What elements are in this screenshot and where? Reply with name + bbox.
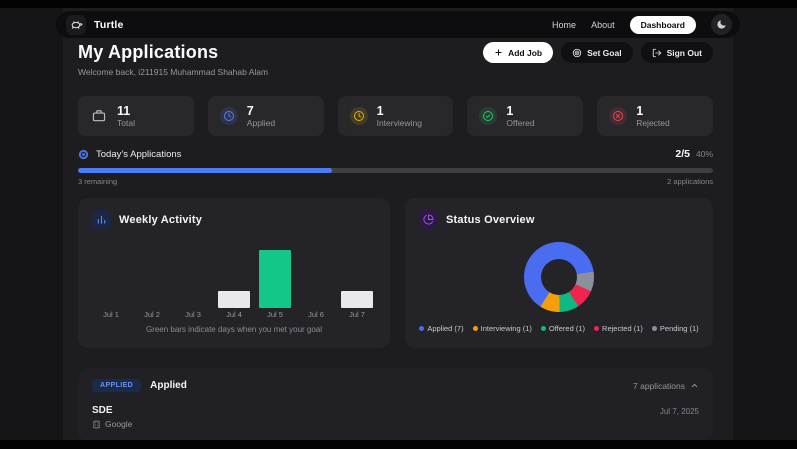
- welcome-text: Welcome back, i211915 Muhammad Shahab Al…: [78, 67, 269, 77]
- clock-icon: [219, 107, 238, 125]
- stat-card-rejected: 1 Rejected: [597, 96, 713, 136]
- group-title: Applied: [150, 380, 187, 391]
- weekly-activity-title: Weekly Activity: [119, 213, 203, 226]
- progress-bar-fill: [78, 168, 332, 173]
- stats-row: 11 Total 7 Applied 1 Interviewing 1 Offe…: [78, 96, 713, 136]
- x-tick-label: Jul 2: [144, 310, 160, 319]
- stat-card-offered: 1 Offered: [467, 96, 584, 136]
- bar-chart-icon: [92, 210, 111, 229]
- legend-item: Applied (7): [419, 324, 464, 333]
- pie-chart-icon: [419, 210, 438, 229]
- weekly-bar-column: [94, 244, 128, 308]
- today-ratio: 2/5: [675, 148, 690, 160]
- chevron-up-icon: [690, 381, 699, 390]
- x-circle-icon: [609, 107, 628, 125]
- bottom-letterbox: [0, 440, 797, 449]
- applications-today-label: 2 applications: [667, 177, 713, 186]
- weekly-bar-column: [258, 244, 292, 308]
- clock-icon: [349, 107, 368, 125]
- today-label: Today’s Applications: [96, 148, 182, 160]
- building-icon: [92, 420, 101, 429]
- plus-icon: [494, 48, 503, 57]
- x-tick-label: Jul 6: [308, 310, 324, 319]
- legend-dot: [594, 326, 600, 331]
- application-list-item[interactable]: SDE Google Jul 7, 2025: [92, 405, 699, 429]
- sign-out-button[interactable]: Sign Out: [640, 42, 713, 63]
- brand-name: Turtle: [94, 18, 124, 31]
- weekly-bar-column: [340, 244, 374, 308]
- stat-card-interviewing: 1 Interviewing: [337, 96, 454, 136]
- x-tick-label: Jul 1: [103, 310, 119, 319]
- x-tick-label: Jul 7: [349, 310, 365, 319]
- group-collapse-toggle[interactable]: 7 applications: [633, 381, 699, 391]
- progress-bar: [78, 168, 713, 173]
- weekly-x-axis: Jul 1 Jul 2 Jul 3 Jul 4 Jul 5 Jul 6 Jul 7: [94, 310, 374, 319]
- check-circle-icon: [479, 107, 498, 125]
- sign-out-icon: [652, 48, 662, 58]
- x-tick-label: Jul 4: [226, 310, 242, 319]
- stat-card-applied: 7 Applied: [207, 96, 324, 136]
- weekly-bar: [218, 291, 250, 308]
- target-dot-icon: [78, 149, 89, 160]
- weekly-bars: [94, 244, 374, 308]
- weekly-bar-column: [135, 244, 169, 308]
- legend-dot: [472, 326, 478, 331]
- applications-count: 7 applications: [633, 380, 685, 391]
- application-date: Jul 7, 2025: [659, 407, 699, 416]
- stat-card-total: 11 Total: [78, 96, 194, 136]
- set-goal-button[interactable]: Set Goal: [561, 42, 633, 63]
- legend-item: Pending (1): [651, 324, 699, 333]
- weekly-bar: [259, 250, 291, 308]
- briefcase-icon: [90, 107, 108, 125]
- status-overview-card: Status Overview Applied (7) Interviewing …: [405, 198, 713, 348]
- x-tick-label: Jul 3: [185, 310, 201, 319]
- page-title: My Applications: [78, 42, 219, 62]
- dashboard-page: My Applications Welcome back, i211915 Mu…: [63, 8, 733, 440]
- weekly-bar-column: [176, 244, 210, 308]
- add-job-button[interactable]: Add Job: [483, 42, 554, 63]
- weekly-note: Green bars indicate days when you met yo…: [145, 325, 323, 334]
- top-letterbox: [0, 0, 797, 8]
- app-viewport: Turtle Home About Dashboard My Applicati…: [0, 0, 797, 449]
- weekly-bar: [341, 291, 373, 308]
- theme-toggle-button[interactable]: [711, 14, 732, 35]
- page-header: My Applications Welcome back, i211915 Mu…: [78, 42, 713, 77]
- legend-item: Offered (1): [540, 324, 585, 333]
- status-badge: APPLIED: [92, 379, 142, 392]
- todays-applications-progress: Today’s Applications 2/5 40% 3 remaining…: [78, 148, 713, 186]
- legend-item: Interviewing (1): [472, 324, 532, 333]
- company-name: Google: [105, 419, 133, 429]
- nav-link-home[interactable]: Home: [552, 20, 576, 30]
- remaining-label: 3 remaining: [78, 177, 118, 186]
- status-donut-chart: [524, 242, 594, 312]
- moon-icon: [716, 19, 727, 30]
- x-tick-label: Jul 5: [267, 310, 283, 319]
- legend-item: Rejected (1): [594, 324, 643, 333]
- brand[interactable]: Turtle: [66, 14, 124, 35]
- weekly-activity-card: Weekly Activity Jul 1 Jul 2 Jul 3 Jul 4 Jul …: [78, 198, 390, 348]
- turtle-logo-icon: [66, 14, 86, 35]
- nav-link-about[interactable]: About: [591, 20, 615, 30]
- applications-group: APPLIED Applied 7 applications SDE Googl…: [78, 368, 713, 440]
- legend-dot: [540, 326, 546, 331]
- legend-dot: [419, 326, 425, 331]
- status-legend: Applied (7) Interviewing (1) Offered (1) Re…: [405, 324, 713, 333]
- legend-dot: [651, 326, 657, 331]
- job-role: SDE: [92, 405, 113, 416]
- target-icon: [572, 48, 582, 58]
- weekly-bar-column: [299, 244, 333, 308]
- navbar: Turtle Home About Dashboard: [56, 11, 740, 38]
- today-percent: 40%: [695, 149, 713, 159]
- status-overview-title: Status Overview: [446, 213, 535, 226]
- nav-link-dashboard[interactable]: Dashboard: [629, 15, 696, 34]
- weekly-bar-column: [217, 244, 251, 308]
